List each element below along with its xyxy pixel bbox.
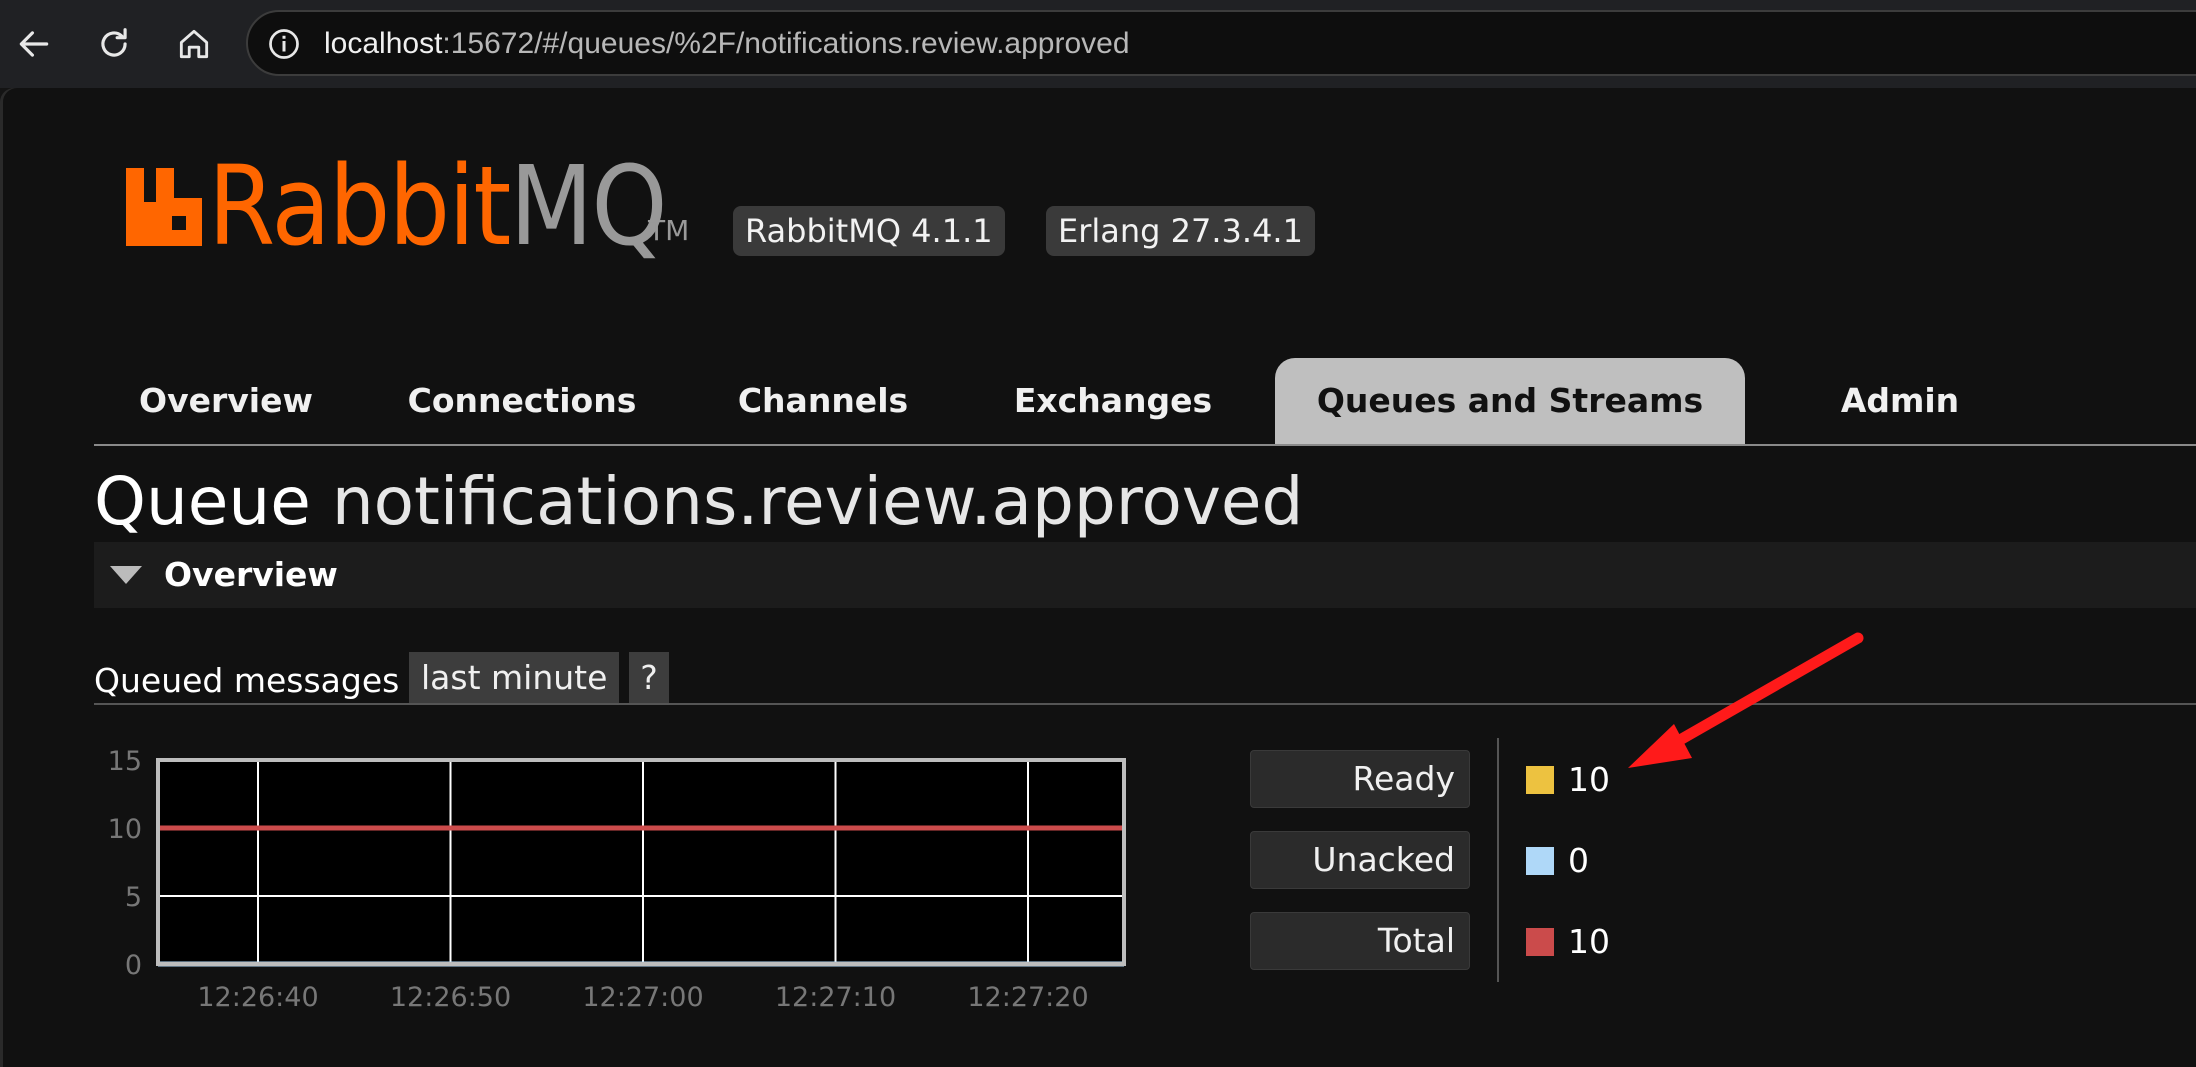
tabs-divider: [94, 444, 2196, 446]
overview-section-toggle[interactable]: Overview: [94, 542, 2196, 608]
rabbitmq-version-badge: RabbitMQ 4.1.1: [733, 206, 1005, 256]
browser-toolbar: localhost:15672/#/queues/%2F/notificatio…: [0, 0, 2196, 88]
legend-unacked-button[interactable]: Unacked: [1250, 831, 1470, 889]
page-title: Queue notifications.review.approved: [94, 463, 1304, 540]
legend-total-button[interactable]: Total: [1250, 912, 1470, 970]
annotation-arrow: [1628, 632, 1864, 768]
logo-wordmark: RabbitMQ: [208, 142, 668, 270]
legend-total-value: 10: [1568, 922, 1610, 961]
chart-y-tick-label: 5: [125, 882, 142, 913]
chart-y-tick-label: 10: [108, 814, 142, 845]
home-icon: [179, 29, 209, 59]
chart-plot-area: [158, 760, 1124, 964]
tab-connections[interactable]: Connections: [400, 358, 644, 444]
queued-messages-chart: 15 10 5 0 12:26:40 12:26:50 12:27:00 12:27:10 12…: [108, 746, 1126, 1013]
tab-admin[interactable]: Admin: [1790, 358, 2010, 444]
chart-x-tick-label: 12:26:50: [390, 982, 511, 1013]
legend-ready-button[interactable]: Ready: [1250, 750, 1470, 808]
legend-unacked-swatch: [1526, 847, 1554, 875]
reload-button[interactable]: [92, 22, 136, 66]
url-text[interactable]: localhost:15672/#/queues/%2F/notificatio…: [324, 24, 1130, 64]
chart-x-tick-label: 12:27:20: [967, 982, 1088, 1013]
tab-queues-and-streams[interactable]: Queues and Streams: [1275, 358, 1745, 444]
legend-total-swatch: [1526, 928, 1554, 956]
tab-exchanges[interactable]: Exchanges: [996, 358, 1230, 444]
trademark: TM: [648, 214, 690, 247]
section-title: Overview: [164, 555, 338, 594]
url-path: :15672/#/queues/%2F/notifications.review…: [442, 27, 1130, 60]
tab-overview[interactable]: Overview: [94, 358, 358, 444]
triangle-down-icon: [110, 566, 142, 584]
chart-x-tick-label: 12:26:40: [197, 982, 318, 1013]
chart-y-tick-label: 0: [125, 950, 142, 981]
main-tabs: Overview Connections Channels Exchanges …: [94, 358, 2196, 446]
queued-messages-label: Queued messages: [94, 661, 400, 700]
home-button[interactable]: [172, 22, 216, 66]
chart-y-tick-label: 15: [108, 746, 142, 777]
help-button[interactable]: ?: [629, 652, 669, 704]
tab-channels[interactable]: Channels: [714, 358, 932, 444]
legend-unacked-value: 0: [1568, 841, 1589, 880]
chart-x-tick-label: 12:27:00: [582, 982, 703, 1013]
queued-messages-divider: [94, 703, 2196, 705]
back-button[interactable]: [12, 22, 56, 66]
time-range-button[interactable]: last minute: [409, 652, 620, 704]
erlang-version-badge: Erlang 27.3.4.1: [1046, 206, 1315, 256]
legend-ready-swatch: [1526, 766, 1554, 794]
address-bar[interactable]: localhost:15672/#/queues/%2F/notificatio…: [246, 10, 2196, 76]
arrow-left-icon: [19, 31, 49, 57]
reload-icon: [101, 28, 127, 57]
rabbitmq-logo-icon: [126, 168, 202, 246]
legend-divider: [1497, 738, 1499, 982]
chart-x-tick-label: 12:27:10: [775, 982, 896, 1013]
info-icon[interactable]: [266, 26, 302, 62]
url-host: localhost: [324, 27, 443, 60]
